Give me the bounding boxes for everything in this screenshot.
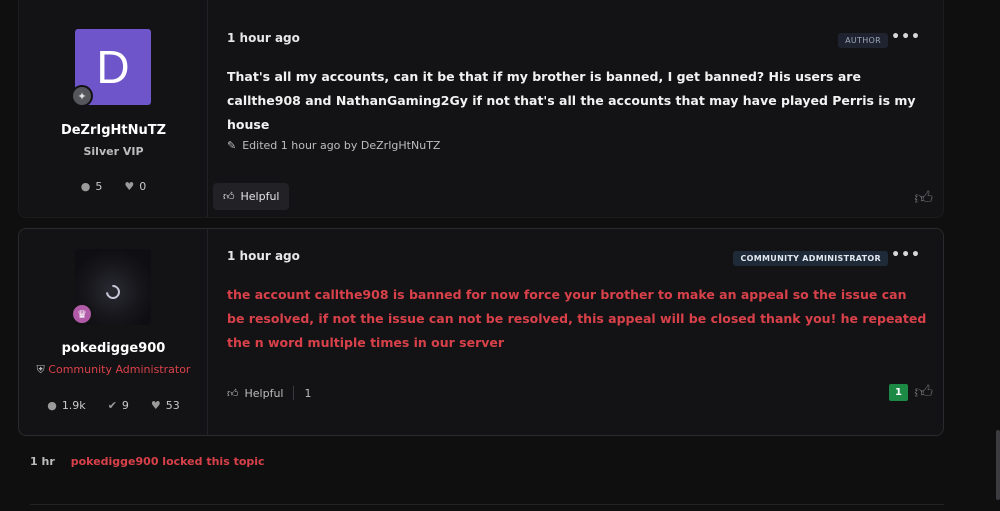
post-content: 1 hour ago COMMUNITY ADMINISTRATOR ••• t… bbox=[209, 229, 943, 435]
admin-badge: COMMUNITY ADMINISTRATOR bbox=[733, 251, 888, 266]
scrollbar[interactable] bbox=[996, 430, 1000, 500]
heart-icon: ♥ bbox=[150, 399, 161, 412]
like-count-value: 0 bbox=[139, 180, 147, 193]
like-count: ♥ 53 bbox=[151, 399, 180, 412]
thumbs-up-icon: 👍︎ bbox=[223, 190, 235, 203]
post-1: D ✦ DeZrIgHtNuTZ Silver VIP ● 5 ♥ 0 1 hour… bbox=[18, 0, 944, 218]
comment-icon: ● bbox=[80, 180, 91, 193]
vote-thumb-icon[interactable]: 👍︎ bbox=[914, 381, 933, 403]
more-options-icon[interactable]: ••• bbox=[891, 247, 921, 263]
divider bbox=[293, 386, 295, 400]
solution-count: ✔ 9 bbox=[108, 399, 129, 412]
more-options-icon[interactable]: ••• bbox=[891, 29, 921, 45]
author-title-text: Community Administrator bbox=[48, 363, 191, 376]
post-count: ● 1.9k bbox=[47, 399, 85, 412]
like-count-value: 53 bbox=[165, 399, 180, 412]
post-body: That's all my accounts, can it be that i… bbox=[227, 69, 916, 132]
post-timestamp[interactable]: 1 hour ago bbox=[227, 249, 300, 263]
author-panel: ♛ pokedigge900 ⛨ Community Administrator… bbox=[19, 229, 208, 435]
post-2: ♛ pokedigge900 ⛨ Community Administrator… bbox=[18, 228, 944, 436]
edit-icon: ✎ bbox=[227, 139, 237, 152]
edited-text: Edited 1 hour ago by DeZrIgHtNuTZ bbox=[242, 139, 441, 152]
admin-rank-badge-icon: ♛ bbox=[71, 303, 93, 325]
vote-thumb-icon[interactable]: 👍︎ bbox=[914, 187, 933, 209]
moon-icon bbox=[103, 282, 123, 302]
post-count-value: 1.9k bbox=[61, 399, 86, 412]
heart-icon: ♥ bbox=[124, 180, 135, 193]
rank-badge-icon: ✦ bbox=[71, 85, 93, 107]
thumbs-up-icon: 👍︎ bbox=[227, 386, 239, 400]
activity-event: 1 hr pokedigge900 locked this topic bbox=[30, 455, 265, 468]
edited-note: ✎ Edited 1 hour ago by DeZrIgHtNuTZ bbox=[227, 139, 440, 152]
post-body: the account callthe908 is banned for now… bbox=[227, 287, 927, 350]
post-timestamp[interactable]: 1 hour ago bbox=[227, 31, 300, 45]
like-count: ♥ 0 bbox=[124, 180, 146, 193]
helpful-label: Helpful bbox=[244, 386, 284, 400]
post-content: 1 hour ago AUTHOR ••• That's all my acco… bbox=[209, 0, 943, 217]
check-circle-icon: ✔ bbox=[107, 399, 117, 412]
shield-icon: ⛨ bbox=[36, 363, 45, 376]
helpful-label: Helpful bbox=[240, 190, 280, 203]
helpful-count: 1 bbox=[304, 386, 312, 400]
comment-icon: ● bbox=[47, 399, 57, 412]
score-badge: 1 bbox=[889, 384, 908, 401]
activity-time[interactable]: 1 hr bbox=[30, 455, 55, 468]
helpful-button[interactable]: 👍︎ Helpful 1 bbox=[227, 386, 311, 400]
post-count: ● 5 bbox=[81, 180, 103, 193]
author-username[interactable]: pokedigge900 bbox=[19, 341, 208, 356]
divider bbox=[30, 504, 944, 505]
author-username[interactable]: DeZrIgHtNuTZ bbox=[19, 123, 208, 138]
author-stats: ● 5 ♥ 0 bbox=[19, 180, 208, 193]
solution-count-value: 9 bbox=[121, 399, 129, 412]
author-stats: ● 1.9k ✔ 9 ♥ 53 bbox=[19, 399, 208, 412]
helpful-button[interactable]: 👍︎ Helpful bbox=[213, 183, 290, 210]
author-panel: D ✦ DeZrIgHtNuTZ Silver VIP ● 5 ♥ 0 bbox=[19, 0, 208, 217]
author-title: ⛨ Community Administrator bbox=[19, 363, 208, 377]
post-count-value: 5 bbox=[95, 180, 103, 193]
author-title: Silver VIP bbox=[83, 145, 144, 158]
author-badge: AUTHOR bbox=[838, 33, 888, 48]
activity-text[interactable]: pokedigge900 locked this topic bbox=[71, 455, 265, 468]
